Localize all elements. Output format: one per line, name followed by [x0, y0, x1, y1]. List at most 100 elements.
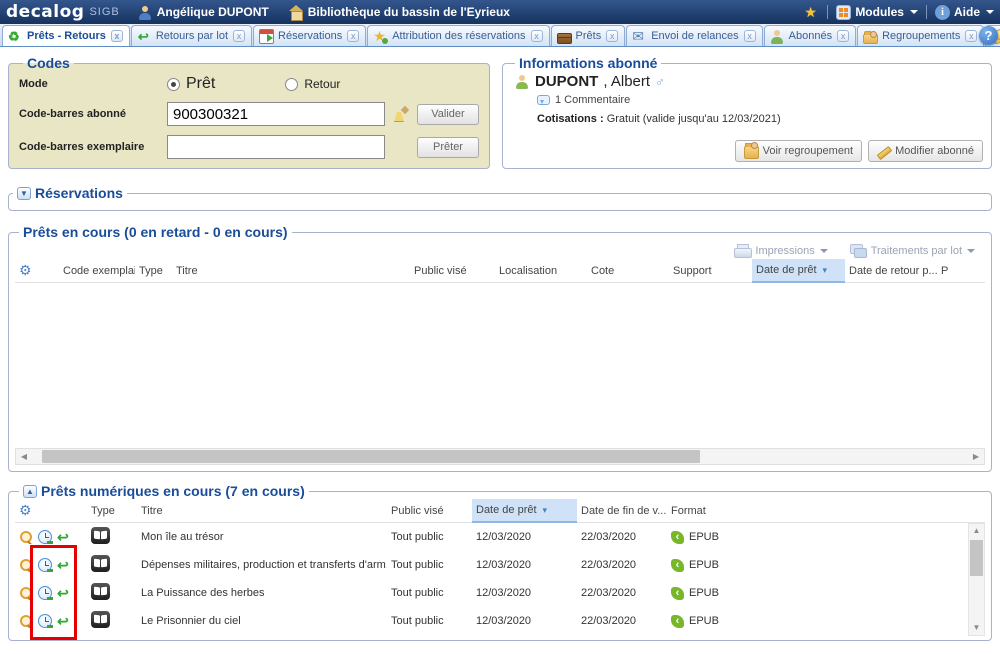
view-magnifier-icon[interactable]	[19, 614, 33, 628]
tab[interactable]: Attribution des réservations x	[367, 25, 549, 46]
modifier-abonne-button[interactable]: Modifier abonné	[868, 140, 983, 162]
prolong-clock-icon[interactable]	[38, 558, 52, 572]
mode-label: Mode	[19, 78, 167, 90]
return-arrow-icon[interactable]	[57, 558, 71, 572]
loans-table-header: Code exemplaire Type Titre Public visé L…	[15, 259, 985, 283]
digital-loan-row[interactable]: Mon île au trésor Tout public 12/03/2020…	[15, 523, 985, 551]
mode-pret-radio[interactable]	[167, 78, 180, 91]
col-date-pret-sorted[interactable]: Date de prêt	[752, 259, 845, 283]
clear-broom-icon[interactable]	[393, 106, 409, 122]
help-button[interactable]: ?	[979, 26, 998, 45]
return-arrow-icon[interactable]	[57, 530, 71, 544]
expand-reservations-button[interactable]: ▼	[17, 187, 31, 200]
col-support[interactable]: Support	[669, 265, 752, 277]
view-magnifier-icon[interactable]	[19, 586, 33, 600]
column-settings-icon[interactable]	[15, 262, 59, 279]
traitements-button[interactable]: Traitements par lot	[850, 244, 975, 257]
mode-retour-radio[interactable]	[285, 78, 298, 91]
digital-table-body: Mon île au trésor Tout public 12/03/2020…	[15, 523, 985, 636]
tab[interactable]: Envoi de relances x	[626, 25, 762, 46]
comment-bubble-icon	[537, 95, 550, 105]
preter-button[interactable]: Prêter	[417, 137, 479, 158]
current-library[interactable]: Bibliothèque du bassin de l'Eyrieux	[289, 5, 510, 20]
col-cote[interactable]: Cote	[587, 265, 669, 277]
tab-label: Envoi de relances	[651, 30, 738, 42]
scroll-down-icon[interactable]: ▼	[973, 621, 981, 635]
barcode-item-input[interactable]	[167, 135, 385, 159]
return-arrow-icon[interactable]	[57, 586, 71, 600]
impressions-button[interactable]: Impressions	[734, 244, 827, 257]
prolong-clock-icon[interactable]	[38, 614, 52, 628]
col-date-fin[interactable]: Date de fin de v...	[577, 505, 667, 517]
tab[interactable]: Prêts - Retours x	[2, 25, 130, 46]
col-titre[interactable]: Titre	[172, 265, 410, 277]
col-code-exemplaire[interactable]: Code exemplaire	[59, 265, 135, 277]
collapse-digital-loans-button[interactable]: ▲	[23, 485, 37, 498]
chevron-down-icon	[910, 10, 918, 14]
column-settings-icon[interactable]	[15, 502, 87, 519]
close-icon[interactable]: x	[111, 30, 123, 42]
col-type[interactable]: Type	[87, 505, 137, 517]
col-p-truncated[interactable]: P	[937, 265, 957, 277]
epub-format-icon	[671, 559, 684, 572]
view-magnifier-icon[interactable]	[19, 530, 33, 544]
scrollbar-thumb[interactable]	[42, 450, 700, 463]
valider-button[interactable]: Valider	[417, 104, 479, 125]
loan-format: EPUB	[689, 615, 719, 627]
col-format[interactable]: Format	[667, 505, 767, 517]
tab-icon	[863, 34, 878, 44]
col-localisation[interactable]: Localisation	[495, 265, 587, 277]
tab[interactable]: Prêts x	[551, 25, 626, 46]
horizontal-scrollbar[interactable]: ◀ ▶	[15, 448, 985, 465]
digital-loan-row[interactable]: Le Prisonnier du ciel Tout public 12/03/…	[15, 607, 985, 635]
close-icon[interactable]: x	[744, 30, 756, 42]
col-date-retour[interactable]: Date de retour p...	[845, 265, 937, 277]
comment-count[interactable]: 1 Commentaire	[555, 94, 630, 106]
prolong-clock-icon[interactable]	[38, 586, 52, 600]
chevron-down-icon	[986, 10, 994, 14]
tab[interactable]: Retours par lot x	[131, 25, 252, 46]
close-icon[interactable]: x	[606, 30, 618, 42]
loan-public: Tout public	[387, 531, 472, 543]
aide-menu[interactable]: Aide	[935, 5, 994, 20]
barcode-user-input[interactable]	[167, 102, 385, 126]
scroll-left-icon[interactable]: ◀	[16, 452, 32, 461]
modules-menu[interactable]: Modules	[836, 5, 918, 20]
subscriber-lastname: DUPONT	[535, 73, 598, 90]
col-titre[interactable]: Titre	[137, 505, 387, 517]
digital-loan-row[interactable]: Dépenses militaires, production et trans…	[15, 551, 985, 579]
close-icon[interactable]: x	[837, 30, 849, 42]
scrollbar-thumb[interactable]	[970, 540, 983, 576]
close-icon[interactable]: x	[531, 30, 543, 42]
close-icon[interactable]: x	[965, 30, 977, 42]
col-type[interactable]: Type	[135, 265, 172, 277]
col-public-vise[interactable]: Public visé	[410, 265, 495, 277]
ebook-icon	[91, 611, 110, 628]
close-icon[interactable]: x	[233, 30, 245, 42]
prolong-clock-icon[interactable]	[38, 530, 52, 544]
digital-loan-row[interactable]: La Puissance des herbes Tout public 12/0…	[15, 579, 985, 607]
tab[interactable]: Regroupements x	[857, 25, 984, 46]
col-public-vise[interactable]: Public visé	[387, 505, 472, 517]
vertical-scrollbar[interactable]: ▲ ▼	[968, 523, 985, 636]
pencil-icon	[877, 144, 891, 158]
scroll-right-icon[interactable]: ▶	[968, 452, 984, 461]
tab-icon	[770, 29, 785, 44]
tab[interactable]: Abonnés x	[764, 25, 856, 46]
traitements-label: Traitements par lot	[871, 245, 962, 257]
voir-regroupement-button[interactable]: Voir regroupement	[735, 140, 863, 162]
home-icon	[289, 5, 304, 20]
loan-public: Tout public	[387, 559, 472, 571]
view-magnifier-icon[interactable]	[19, 558, 33, 572]
ebook-icon	[91, 555, 110, 572]
favorites-icon[interactable]	[804, 5, 819, 20]
return-arrow-icon[interactable]	[57, 614, 71, 628]
scroll-up-icon[interactable]: ▲	[973, 524, 981, 538]
current-user[interactable]: Angélique DUPONT	[138, 5, 269, 20]
loan-format: EPUB	[689, 531, 719, 543]
close-icon[interactable]: x	[347, 30, 359, 42]
tab[interactable]: Réservations x	[253, 25, 366, 46]
top-bar: decalog SIGB Angélique DUPONT Bibliothèq…	[0, 0, 1000, 24]
tab-label: Attribution des réservations	[392, 30, 525, 42]
col-date-pret-sorted[interactable]: Date de prêt	[472, 499, 577, 523]
